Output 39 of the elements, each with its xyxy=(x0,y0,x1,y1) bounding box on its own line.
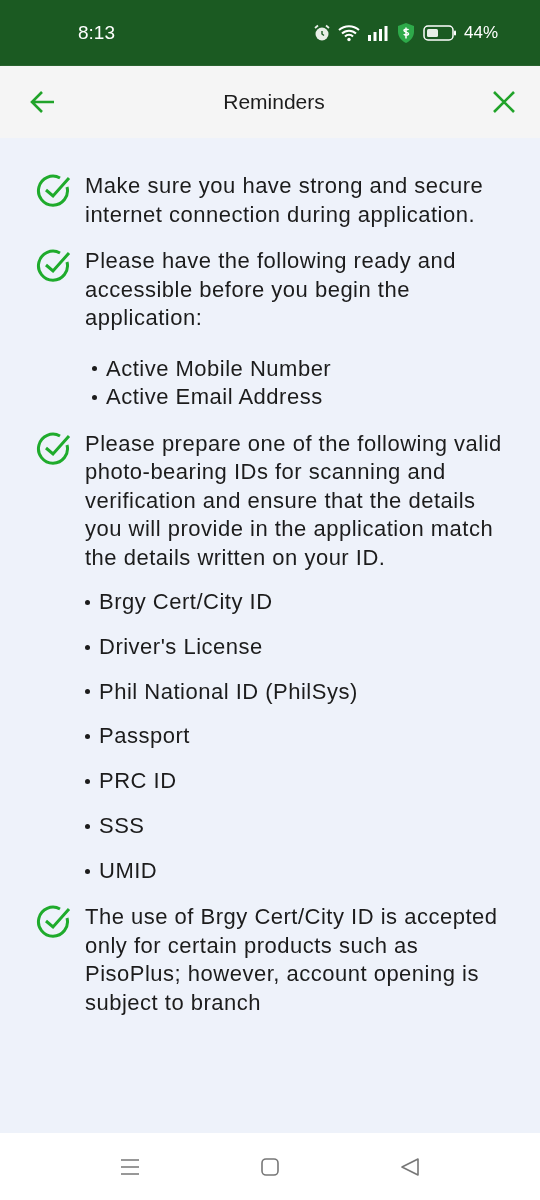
bullet-text: UMID xyxy=(99,856,158,885)
back-icon[interactable] xyxy=(400,1156,420,1177)
bullet-dot xyxy=(92,394,97,400)
reminder-text: Please have the following ready and accessible before you begin the application: xyxy=(85,247,457,332)
check-circle-icon xyxy=(36,248,72,284)
status-time: 8:13 xyxy=(78,22,115,44)
wifi-icon xyxy=(337,24,360,42)
shield-icon xyxy=(395,22,416,44)
bullet-text: Active Mobile Number xyxy=(106,354,332,383)
bullet-text: PRC ID xyxy=(99,767,177,796)
back-arrow-icon[interactable] xyxy=(30,90,56,114)
bullet-dot xyxy=(85,734,90,740)
bullet-dot xyxy=(85,868,90,874)
check-circle-icon xyxy=(36,430,72,467)
battery-icon xyxy=(422,24,457,42)
screen-title: Reminders xyxy=(223,90,325,114)
bullet-text: Phil National ID (PhilSys) xyxy=(99,677,358,706)
reminder-text: Please prepare one of the following valid photo-bearing IDs for scanning and verification and ensure that the details you will provide in the application match the details written on your ID. xyxy=(85,429,503,572)
bullet-text: Passport xyxy=(99,722,190,751)
bullet-text: Driver's License xyxy=(99,632,263,661)
bullet-dot xyxy=(85,599,90,605)
home-icon[interactable] xyxy=(260,1156,280,1177)
bullet-text: SSS xyxy=(99,812,145,840)
bullet-dot xyxy=(92,366,97,372)
close-icon[interactable] xyxy=(492,90,516,114)
alarm-icon xyxy=(312,24,331,42)
bullet-text: Brgy Cert/City ID xyxy=(99,588,273,616)
reminder-text: Make sure you have strong and secure internet connection during application. xyxy=(85,172,485,229)
check-circle-icon xyxy=(36,173,72,209)
menu-icon[interactable] xyxy=(120,1157,140,1176)
reminder-text: The use of Brgy Cert/City ID is accepted only for certain products such as PisoPlus; however, account opening is subject to branch xyxy=(85,903,499,1017)
signal-icon xyxy=(366,25,389,41)
bullet-dot xyxy=(85,823,90,829)
battery-percent: 44% xyxy=(463,23,498,43)
check-circle-icon xyxy=(36,904,72,941)
bullet-dot xyxy=(85,778,90,784)
bullet-text: Active Email Address xyxy=(106,383,323,411)
bullet-dot xyxy=(85,689,90,695)
bullet-dot xyxy=(85,644,90,650)
